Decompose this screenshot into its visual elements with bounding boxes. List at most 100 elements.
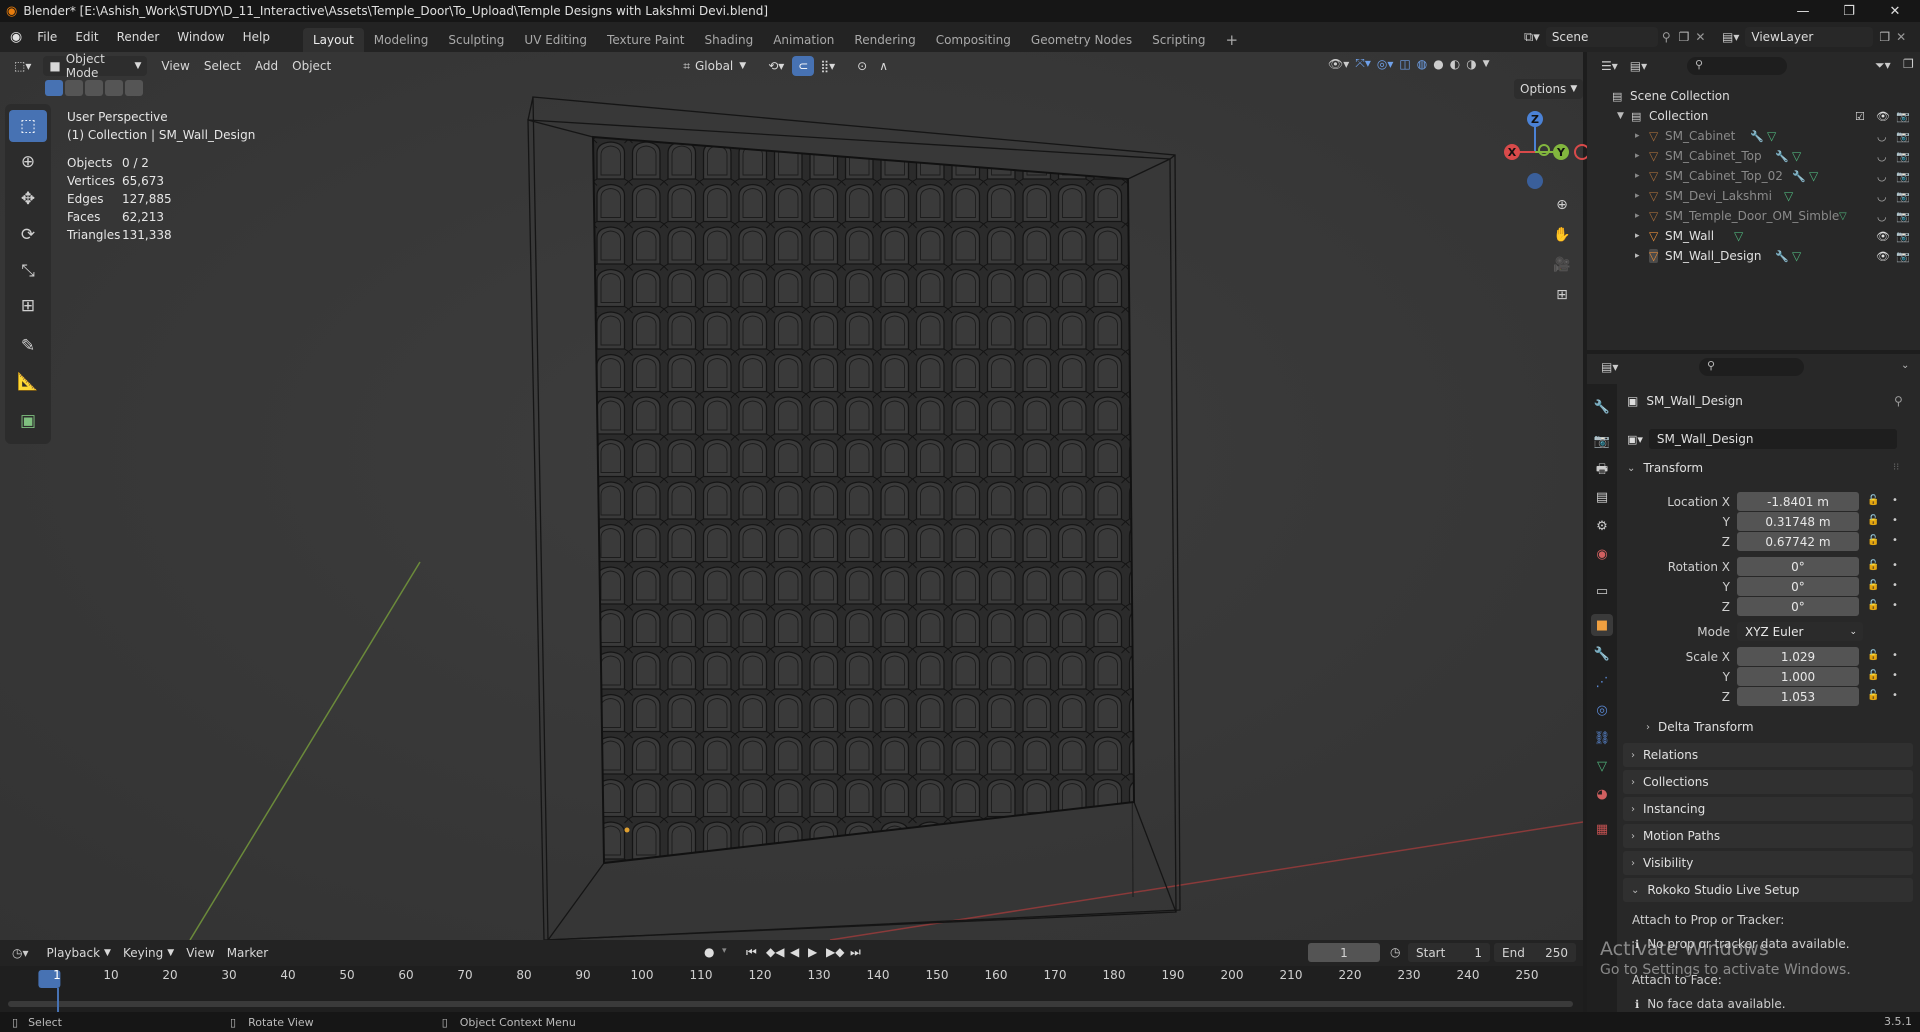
snap-toggle[interactable]: ⊂: [792, 56, 815, 76]
tab-texture-paint[interactable]: Texture Paint: [597, 28, 694, 52]
menu-render[interactable]: Render: [108, 22, 169, 52]
add-workspace-button[interactable]: +: [1216, 28, 1249, 52]
material-shading-icon[interactable]: ◐: [1450, 57, 1460, 71]
close-button[interactable]: ✕: [1872, 0, 1918, 22]
chevron-right-icon[interactable]: ▸: [1635, 251, 1640, 261]
jump-end-icon[interactable]: ⏭: [850, 945, 861, 960]
tab-geometry-nodes[interactable]: Geometry Nodes: [1021, 28, 1142, 52]
keyframe-dot-icon[interactable]: •: [1892, 495, 1898, 506]
chevron-down-icon[interactable]: ⌄: [1901, 360, 1909, 371]
outliner-item[interactable]: ▸ ▽ SM_Wall ▽ 👁 📷: [1587, 226, 1920, 246]
lock-icon[interactable]: 🔓: [1867, 515, 1879, 526]
visibility-icon[interactable]: 👁▾: [1328, 57, 1349, 71]
pan-hand-icon[interactable]: ✋: [1549, 222, 1575, 248]
object-tab-icon[interactable]: ■: [1591, 614, 1613, 636]
orientation-dropdown[interactable]: ⌗ Global ▼: [677, 56, 752, 76]
camera-view-icon[interactable]: 🎥: [1549, 252, 1575, 278]
tab-layout[interactable]: Layout: [302, 28, 364, 52]
menu-file[interactable]: File: [28, 22, 66, 52]
lock-icon[interactable]: 🔓: [1867, 670, 1879, 681]
eye-closed-icon[interactable]: ◡: [1877, 190, 1887, 203]
snap-target-dropdown[interactable]: ⣿▾: [814, 56, 841, 76]
render-tab-icon[interactable]: 📷: [1591, 430, 1613, 452]
move-tool[interactable]: ✥: [9, 183, 47, 215]
menu-object[interactable]: Object: [286, 56, 337, 76]
keyframe-dot-icon[interactable]: •: [1892, 690, 1898, 701]
tab-compositing[interactable]: Compositing: [926, 28, 1021, 52]
rotation-y-field[interactable]: 0°: [1737, 577, 1859, 596]
new-collection-icon[interactable]: ❐: [1903, 57, 1914, 71]
lock-icon[interactable]: 🔓: [1867, 535, 1879, 546]
output-tab-icon[interactable]: 🖶: [1591, 460, 1613, 482]
modifier-tab-icon[interactable]: 🔧: [1591, 643, 1613, 665]
particles-tab-icon[interactable]: ⋰: [1591, 671, 1613, 693]
outliner-item[interactable]: ▸ ▽ SM_Cabinet 🔧 ▽ ◡ 📷: [1587, 126, 1920, 146]
options-button[interactable]: Options ▼: [1514, 79, 1584, 99]
menu-edit[interactable]: Edit: [66, 22, 107, 52]
chevron-right-icon[interactable]: ▸: [1635, 131, 1640, 141]
chevron-right-icon[interactable]: ▸: [1635, 171, 1640, 181]
checkbox-icon[interactable]: ☑: [1855, 110, 1865, 123]
camera-icon[interactable]: 📷: [1896, 190, 1910, 203]
eye-closed-icon[interactable]: ◡: [1877, 210, 1887, 223]
outliner-row-scene-collection[interactable]: ▤ Scene Collection: [1587, 86, 1920, 106]
navigation-gizmo[interactable]: Z Y X: [1496, 108, 1590, 192]
eye-icon[interactable]: 👁: [1876, 110, 1890, 123]
keying-menu[interactable]: Keying ▼: [117, 943, 180, 963]
chevron-right-icon[interactable]: ▸: [1635, 211, 1640, 221]
filter-icon[interactable]: ⏷▾: [1875, 58, 1891, 73]
keyframe-dot-icon[interactable]: •: [1892, 560, 1898, 571]
transform-tool[interactable]: ⊞: [9, 290, 47, 322]
record-icon[interactable]: ●: [704, 945, 714, 959]
outliner-item[interactable]: ▸ ▽ SM_Cabinet_Top 🔧 ▽ ◡ 📷: [1587, 146, 1920, 166]
keyframe-dot-icon[interactable]: •: [1892, 670, 1898, 681]
next-keyframe-icon[interactable]: ▶◆: [826, 945, 844, 959]
motion-paths-panel-header[interactable]: › Motion Paths: [1623, 824, 1913, 848]
jump-start-icon[interactable]: ⏮: [746, 945, 757, 960]
gizmo-neg-y[interactable]: [1538, 144, 1550, 156]
mode-dropdown[interactable]: ■ Object Mode ▼: [43, 52, 148, 80]
location-z-field[interactable]: 0.67742 m: [1737, 532, 1859, 551]
start-frame-field[interactable]: Start 1: [1408, 943, 1490, 962]
eye-icon[interactable]: 👁: [1876, 250, 1890, 263]
delta-transform-subpanel[interactable]: › Delta Transform: [1646, 720, 1754, 734]
transform-panel-header[interactable]: ⌄ Transform: [1627, 461, 1703, 475]
gizmo-x[interactable]: X: [1504, 144, 1520, 160]
camera-icon[interactable]: 📷: [1896, 130, 1910, 143]
lock-icon[interactable]: 🔓: [1867, 690, 1879, 701]
rokoko-panel-header[interactable]: ⌄ Rokoko Studio Live Setup: [1623, 878, 1913, 902]
menu-help[interactable]: Help: [234, 22, 279, 52]
new-scene-icon[interactable]: ❐: [1679, 30, 1690, 44]
tab-rendering[interactable]: Rendering: [844, 28, 925, 52]
eye-closed-icon[interactable]: ◡: [1877, 170, 1887, 183]
maximize-button[interactable]: ❐: [1826, 0, 1872, 22]
drag-handle-icon[interactable]: ⁝⁝: [1893, 462, 1899, 473]
gizmo-y[interactable]: Y: [1553, 144, 1569, 160]
rotate-tool[interactable]: ⟳: [9, 219, 47, 251]
select-invert-icon[interactable]: [105, 80, 123, 96]
lock-icon[interactable]: 🔓: [1867, 580, 1879, 591]
timeline-scrollbar[interactable]: [8, 1001, 1573, 1007]
outliner-search-input[interactable]: ⚲: [1687, 57, 1787, 75]
select-box-tool[interactable]: ⬚: [9, 110, 47, 142]
menu-view[interactable]: View: [155, 56, 195, 76]
zoom-icon[interactable]: ⊕: [1549, 192, 1575, 218]
lock-icon[interactable]: 🔓: [1867, 600, 1879, 611]
xray-icon[interactable]: ◫: [1399, 57, 1410, 71]
outliner-editor-icon[interactable]: ☰▾: [1601, 59, 1618, 73]
lock-icon[interactable]: 🔓: [1867, 560, 1879, 571]
annotate-tool[interactable]: ✎: [9, 330, 47, 362]
editor-type-button[interactable]: ⬚▾: [8, 56, 37, 76]
scale-tool[interactable]: ⤡: [9, 255, 47, 287]
pin-icon[interactable]: ⚲: [1894, 394, 1903, 408]
camera-icon[interactable]: 📷: [1896, 150, 1910, 163]
wireframe-shading-icon[interactable]: ◍: [1417, 57, 1427, 71]
location-y-field[interactable]: 0.31748 m: [1737, 512, 1859, 531]
collections-panel-header[interactable]: › Collections: [1623, 770, 1913, 794]
menu-add[interactable]: Add: [249, 56, 284, 76]
menu-window[interactable]: Window: [168, 22, 233, 52]
marker-menu[interactable]: Marker: [221, 943, 274, 963]
keyframe-dot-icon[interactable]: •: [1892, 515, 1898, 526]
overlay-icon[interactable]: ◎▾: [1377, 57, 1394, 71]
delete-scene-icon[interactable]: ✕: [1695, 30, 1705, 44]
